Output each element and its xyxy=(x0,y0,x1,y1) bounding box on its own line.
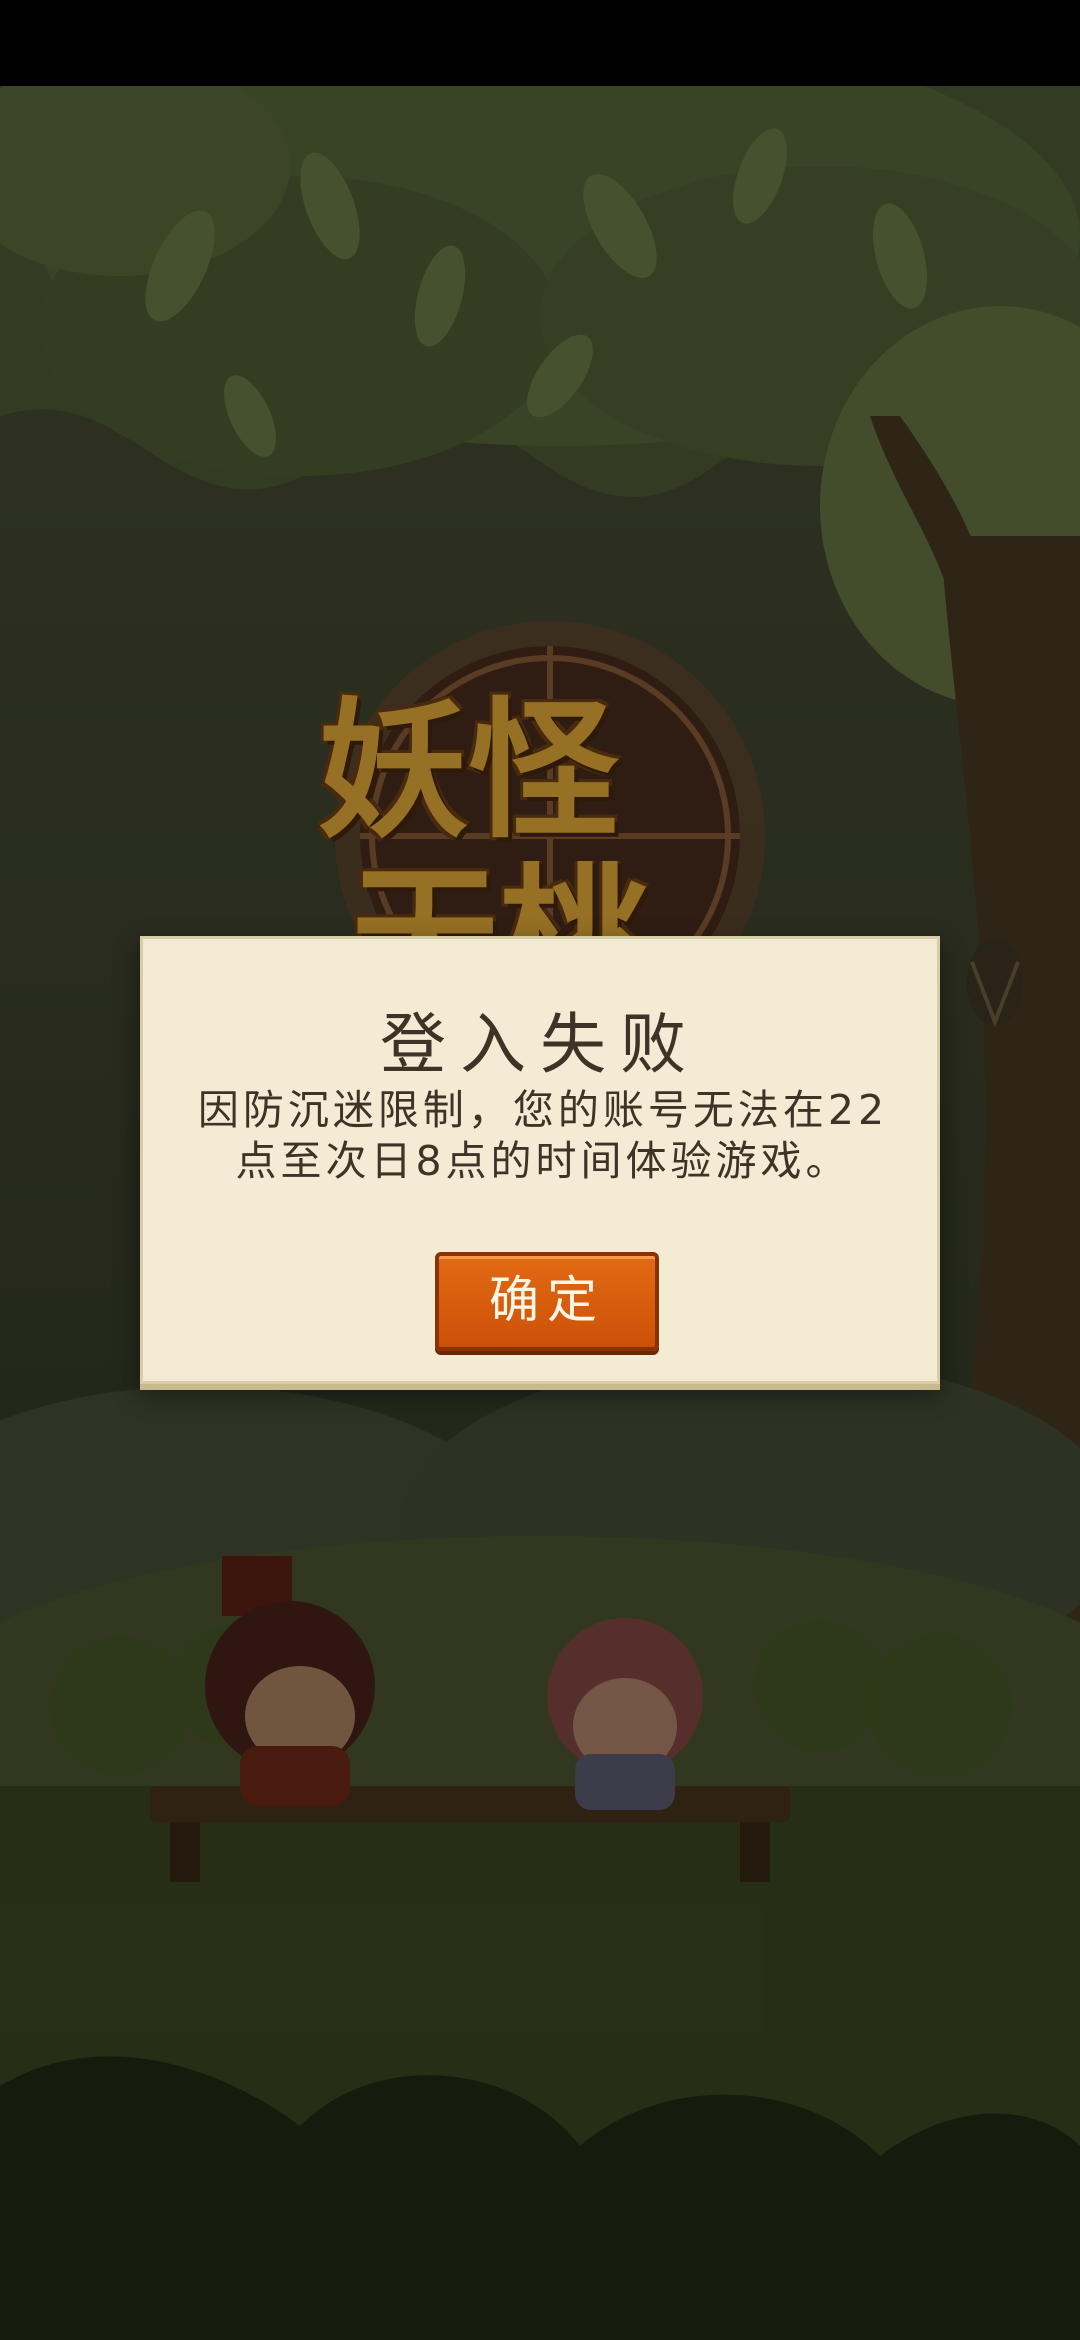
dialog-title: 登入失败 xyxy=(380,1006,700,1083)
cicada-icon xyxy=(967,938,1023,1028)
confirm-button[interactable]: 确定 xyxy=(435,1252,659,1351)
dialog-message: 因防沉迷限制，您的账号无法在22点至次日8点的时间体验游戏。 xyxy=(197,1086,889,1185)
status-bar xyxy=(0,0,1080,86)
login-failed-dialog: 登入失败 因防沉迷限制，您的账号无法在22点至次日8点的时间体验游戏。 确定 xyxy=(140,936,940,1384)
